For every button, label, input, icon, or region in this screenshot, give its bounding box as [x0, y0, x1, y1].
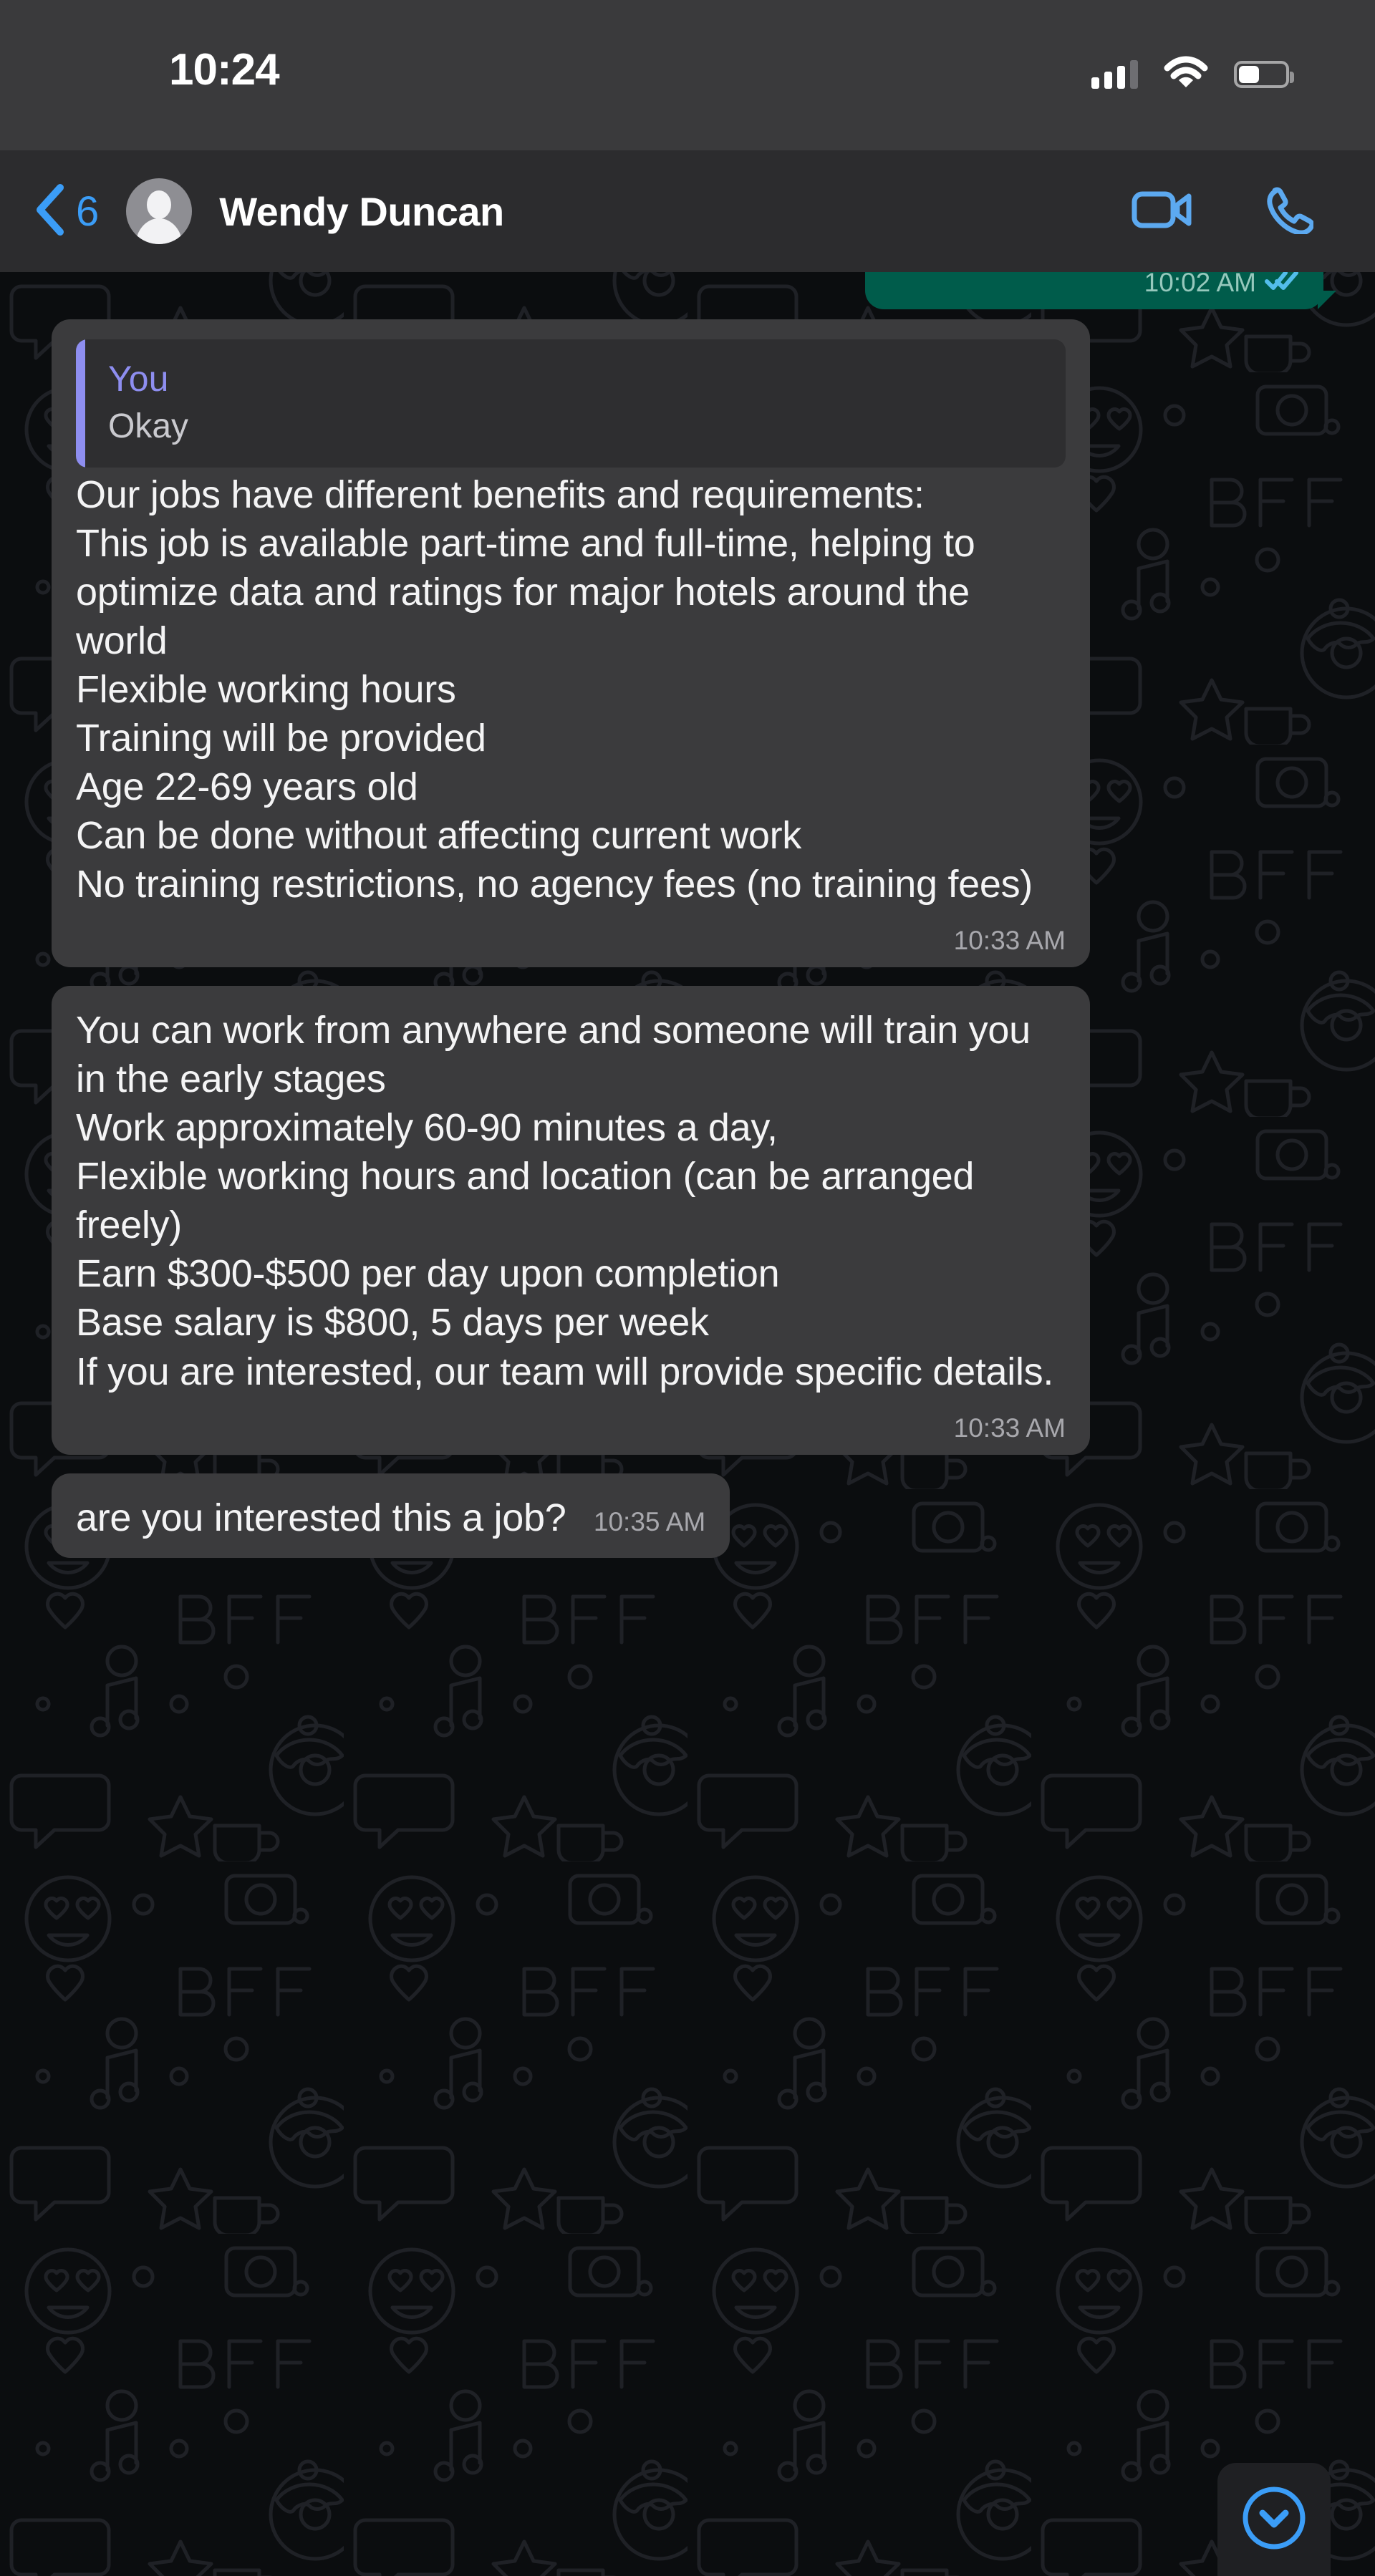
- message-timestamp: 10:02 AM: [1144, 268, 1256, 297]
- unread-count-badge: 6: [76, 188, 100, 235]
- quoted-reply[interactable]: You Okay: [76, 339, 1066, 468]
- avatar[interactable]: [126, 178, 193, 244]
- message-text: Our jobs have different benefits and req…: [76, 473, 1033, 906]
- voice-call-icon[interactable]: [1265, 185, 1315, 238]
- avatar-head-icon: [147, 190, 172, 219]
- message-text: You can work from anywhere and someone w…: [76, 1009, 1054, 1393]
- status-bar: 10:24: [0, 0, 1375, 150]
- read-receipt-icon: [1265, 268, 1299, 298]
- message-timestamp: 10:33 AM: [953, 1413, 1066, 1443]
- back-chevron-icon: [33, 183, 66, 240]
- battery-icon: [1234, 60, 1294, 88]
- status-bar-indicators: [1091, 56, 1294, 92]
- video-call-icon[interactable]: [1132, 189, 1193, 234]
- message-row: You can work from anywhere and someone w…: [0, 986, 1375, 1455]
- scroll-to-bottom-button[interactable]: [1217, 2463, 1331, 2576]
- contact-name[interactable]: Wendy Duncan: [219, 188, 504, 235]
- quote-author: You: [108, 359, 169, 399]
- message-timestamp: 10:35 AM: [593, 1506, 706, 1536]
- status-bar-clock: 10:24: [169, 45, 280, 95]
- message-meta: 10:02 AM: [1144, 268, 1299, 298]
- quote-accent-bar: [76, 339, 85, 468]
- message-text: are you interested this a job?: [76, 1496, 566, 1539]
- message-row: You Okay Our jobs have different benefit…: [0, 319, 1375, 968]
- chat-header: 6 Wendy Duncan: [0, 150, 1375, 272]
- message-bubble-are-you-interested[interactable]: are you interested this a job? 10:35 AM: [52, 1473, 730, 1558]
- header-actions: [1132, 185, 1315, 238]
- message-meta: 10:33 AM: [954, 926, 1066, 956]
- message-timestamp: 10:33 AM: [953, 926, 1066, 956]
- avatar-body-icon: [135, 218, 183, 244]
- wifi-icon: [1164, 56, 1208, 92]
- message-list[interactable]: 10:02 AM You Okay Our jobs have differen…: [0, 241, 1375, 2576]
- chevron-down-circle-icon: [1240, 2484, 1308, 2556]
- bubble-tail: [1318, 291, 1336, 309]
- message-meta: 10:33 AM: [954, 1413, 1066, 1443]
- message-row: are you interested this a job? 10:35 AM: [0, 1473, 1375, 1558]
- message-meta: 10:35 AM: [594, 1507, 705, 1537]
- message-bubble-job-benefits[interactable]: You Okay Our jobs have different benefit…: [52, 319, 1090, 968]
- cellular-signal-icon: [1091, 59, 1138, 89]
- back-button[interactable]: 6: [33, 183, 99, 240]
- message-bubble-work-details[interactable]: You can work from anywhere and someone w…: [52, 986, 1090, 1455]
- quote-text: Okay: [108, 407, 189, 445]
